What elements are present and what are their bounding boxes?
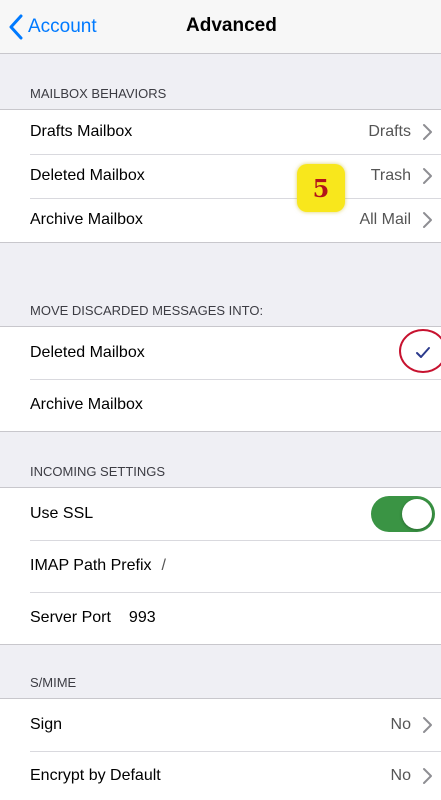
row-drafts-mailbox[interactable]: Drafts Mailbox Drafts [0, 110, 441, 154]
row-value: No [390, 716, 411, 733]
page-title: Advanced [186, 15, 277, 36]
back-button-label: Account [28, 16, 97, 37]
chevron-right-icon [423, 768, 432, 784]
navigation-bar: Account Advanced [0, 0, 441, 54]
row-use-ssl: Use SSL [0, 488, 441, 540]
row-value: Drafts [368, 123, 411, 140]
row-encrypt-by-default[interactable]: Encrypt by Default No [0, 751, 441, 800]
incoming-settings-group: Use SSL IMAP Path Prefix / Server Port 9… [0, 487, 441, 645]
chevron-right-icon [423, 168, 432, 184]
row-label: IMAP Path Prefix [30, 557, 152, 574]
row-label: Drafts Mailbox [30, 123, 133, 140]
use-ssl-toggle[interactable] [371, 496, 435, 532]
chevron-right-icon [423, 124, 432, 140]
server-port-field[interactable]: 993 [129, 609, 156, 627]
section-header-smime: S/MIME [30, 675, 77, 690]
toggle-knob [402, 499, 432, 529]
annotation-circle [399, 329, 441, 373]
move-discarded-group: Deleted Mailbox Archive Mailbox [0, 326, 441, 432]
row-label: Encrypt by Default [30, 767, 161, 784]
option-deleted-mailbox[interactable]: Deleted Mailbox [0, 327, 441, 379]
row-archive-mailbox[interactable]: Archive Mailbox All Mail [0, 198, 441, 242]
row-label: Archive Mailbox [30, 396, 143, 413]
row-label: Deleted Mailbox [30, 344, 145, 361]
option-archive-mailbox[interactable]: Archive Mailbox [0, 379, 441, 431]
row-label: Deleted Mailbox [30, 167, 145, 184]
row-sign[interactable]: Sign No [0, 699, 441, 751]
row-value: All Mail [359, 211, 411, 228]
step-number-badge: 5 [297, 164, 345, 212]
row-value: No [390, 767, 411, 784]
chevron-right-icon [423, 212, 432, 228]
row-deleted-mailbox[interactable]: Deleted Mailbox Trash [0, 154, 441, 198]
section-header-mailbox-behaviors: MAILBOX BEHAVIORS [30, 86, 167, 101]
row-label: Archive Mailbox [30, 211, 143, 228]
chevron-left-icon [9, 14, 23, 40]
row-imap-path-prefix[interactable]: IMAP Path Prefix / [0, 540, 441, 592]
row-server-port[interactable]: Server Port 993 [0, 592, 441, 644]
section-header-incoming-settings: INCOMING SETTINGS [30, 464, 166, 479]
section-header-move-discarded: MOVE DISCARDED MESSAGES INTO: [30, 303, 264, 318]
mailbox-behaviors-group: Drafts Mailbox Drafts Deleted Mailbox Tr… [0, 109, 441, 243]
chevron-right-icon [423, 717, 432, 733]
row-label: Use SSL [30, 505, 94, 522]
back-button[interactable]: Account [8, 12, 97, 42]
smime-group: Sign No Encrypt by Default No [0, 698, 441, 800]
imap-path-prefix-field[interactable]: / [162, 557, 166, 575]
row-value: Trash [370, 167, 411, 184]
row-label: Sign [30, 716, 63, 733]
row-label: Server Port [30, 609, 111, 626]
